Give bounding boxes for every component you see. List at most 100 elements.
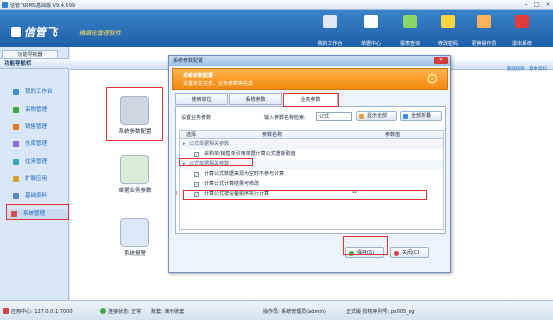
dialog-header-banner: 系统参数配置 设置单位信息，业务参数等信息 ⚙ <box>172 68 448 90</box>
toolbar-label: 修改密码 <box>437 41 458 47</box>
sidebar-item-5[interactable]: 扩展应用 <box>8 174 68 184</box>
col-header-select: 选择 <box>185 132 196 138</box>
sidebar-item-label: 销售管理 <box>25 124 48 130</box>
col-header-value: 参数值 <box>384 132 400 138</box>
group-name: 公式单据相关参数 <box>189 141 230 147</box>
nav-item-icon <box>13 159 19 165</box>
toolbar-label: 报表查询 <box>399 41 420 47</box>
toolbar-button-list[interactable]: 单据中心 <box>354 13 388 47</box>
highlight-box-save <box>343 236 388 255</box>
close-label: 关闭(C) <box>402 250 420 256</box>
chart-icon <box>120 155 149 184</box>
toolbar-button-document[interactable]: 报表查询 <box>393 13 427 47</box>
toolbar-button-lock[interactable]: 修改密码 <box>431 13 465 47</box>
gear-icon: ⚙ <box>425 70 439 88</box>
expand-icon[interactable]: ▸ <box>183 140 186 149</box>
nav-item-icon <box>13 89 19 95</box>
module-clock[interactable]: 系统报警 <box>105 218 165 258</box>
param-name: 计算公式计算结果可修改 <box>204 181 260 187</box>
nav-item-icon <box>13 176 19 182</box>
tab-unit[interactable]: 使用单位 <box>175 93 228 105</box>
magnifier-icon <box>359 114 364 119</box>
business-params-panel: 设置业务参数 输入参数名称检索: 公式 显示全部 全部折叠 选择 参数名称 参数… <box>175 106 446 234</box>
table-row[interactable]: ✓ 计算公式计算结果可修改 <box>180 180 443 189</box>
highlight-box-row <box>183 190 427 200</box>
col-header-name: 参数名称 <box>261 132 282 138</box>
sidebar-item-label: 基础资料 <box>25 193 48 199</box>
show-all-label: 显示全部 <box>367 113 388 119</box>
sidebar-item-4[interactable]: 往来管理 <box>8 157 68 167</box>
status-operator: 操作员: 系统管理员(admin) <box>263 309 326 315</box>
nav-item-icon <box>13 124 19 130</box>
nav-item-icon <box>13 141 19 147</box>
toolbar-label: 更换操作员 <box>471 41 497 47</box>
close-button[interactable]: 关闭(C) <box>390 247 429 258</box>
exit-icon <box>515 15 529 28</box>
status-connection: 连接状态: 正常 <box>108 309 142 315</box>
grid-header: 选择 参数名称 参数值 <box>180 131 443 139</box>
status-edition: 正式版 授权序列号: ps005_sg <box>346 309 415 315</box>
params-grid: 选择 参数名称 参数值 ▸ 公式单据相关参数 ✓ 采购单/销售单引用单据计算公式重新取… <box>179 130 444 230</box>
dialog-header-title: 系统参数配置 <box>183 73 214 79</box>
app-window: 信管飞RMS基础版 V9.4.599 – □ × 信管飞 精细化管理软件 我的工… <box>0 0 553 320</box>
nav-item-icon <box>13 193 19 199</box>
sidebar-item-2[interactable]: 销售管理 <box>8 122 68 132</box>
show-all-button[interactable]: 显示全部 <box>356 111 397 121</box>
status-bar: 应用中心: 127.0.0.1:7000 连接状态: 正常 账套: 演示账套 操… <box>0 300 553 320</box>
module-chart[interactable]: 单据业务参数 <box>105 155 165 195</box>
param-name: 计算公式数据来源为空时不参与计算 <box>204 171 285 177</box>
sidebar-item-label: 往来管理 <box>25 159 48 165</box>
row-checkbox[interactable]: ✓ <box>194 152 199 157</box>
nav-item-icon <box>13 107 19 113</box>
highlight-box-group <box>179 158 253 166</box>
sidebar-item-label: 我的工作台 <box>25 89 53 95</box>
sidebar-item-1[interactable]: 采购管理 <box>8 105 68 115</box>
toolbar-label: 单据中心 <box>360 41 381 47</box>
row-checkbox[interactable]: ✓ <box>194 182 199 187</box>
module-label: 单据业务参数 <box>118 188 152 194</box>
left-nav-panel: 功能导航器 功能导航栏 我的工作台采购管理销售管理仓库管理往来管理扩展应用基础资… <box>0 47 69 300</box>
nav-tab[interactable]: 功能导航器 <box>2 50 58 58</box>
module-label: 系统报警 <box>123 251 146 257</box>
search-label: 输入参数名称检索: <box>264 115 306 121</box>
sidebar-item-label: 扩展应用 <box>25 176 48 182</box>
collapse-all-label: 全部折叠 <box>411 113 432 119</box>
toolbar-label: 退出系统 <box>511 41 532 47</box>
connection-icon <box>100 308 106 314</box>
tab-system-params[interactable]: 系统参数 <box>229 93 282 105</box>
grid-group-row[interactable]: ▸ 公式单据相关参数 <box>180 140 443 149</box>
list-icon <box>364 15 378 28</box>
sidebar-item-label: 采购管理 <box>25 107 48 113</box>
toolbar-button-user[interactable]: 更换操作员 <box>467 13 501 47</box>
server-icon <box>3 308 9 314</box>
sidebar-item-3[interactable]: 仓库管理 <box>8 139 68 149</box>
sidebar-item-6[interactable]: 基础资料 <box>8 191 68 201</box>
dialog-header-subtitle: 设置单位信息，业务参数等信息 <box>183 81 254 87</box>
clock-icon <box>120 218 149 247</box>
nav-header: 功能导航栏 <box>0 58 69 69</box>
sidebar-item-0[interactable]: 我的工作台 <box>8 87 68 97</box>
document-icon <box>403 15 417 28</box>
lock-icon <box>441 15 455 28</box>
status-account: 账套: 演示账套 <box>151 309 185 315</box>
toolbar-label: 我的工作台 <box>317 41 343 47</box>
main-toolbar: 我的工作台 单据中心 报表查询 修改密码 更换操作员 退出系统 <box>0 0 553 47</box>
monitor-icon <box>323 15 337 28</box>
highlight-box-module <box>106 87 163 141</box>
filter-label: 设置业务参数 <box>181 115 212 121</box>
user-icon <box>477 15 491 28</box>
close-icon <box>394 251 399 256</box>
dialog-close-button[interactable]: ✕ <box>434 57 448 64</box>
search-input[interactable]: 公式 <box>316 112 352 121</box>
main-tab-links[interactable]: 基础权限 · 基本资料 <box>507 66 547 72</box>
row-checkbox[interactable]: ✓ <box>194 172 199 177</box>
highlight-box-tab <box>283 93 339 107</box>
table-row[interactable]: ✓ 计算公式数据来源为空时不参与计算 <box>180 170 443 179</box>
row-pointer-mark: I <box>176 191 178 197</box>
status-server: 应用中心: 127.0.0.1:7000 <box>11 309 73 315</box>
dialog-title: 系统参数配置 <box>169 56 450 66</box>
toolbar-button-monitor[interactable]: 我的工作台 <box>313 13 347 47</box>
highlight-box-nav <box>6 204 69 220</box>
collapse-all-button[interactable]: 全部折叠 <box>400 111 442 121</box>
toolbar-button-exit[interactable]: 退出系统 <box>505 13 539 47</box>
